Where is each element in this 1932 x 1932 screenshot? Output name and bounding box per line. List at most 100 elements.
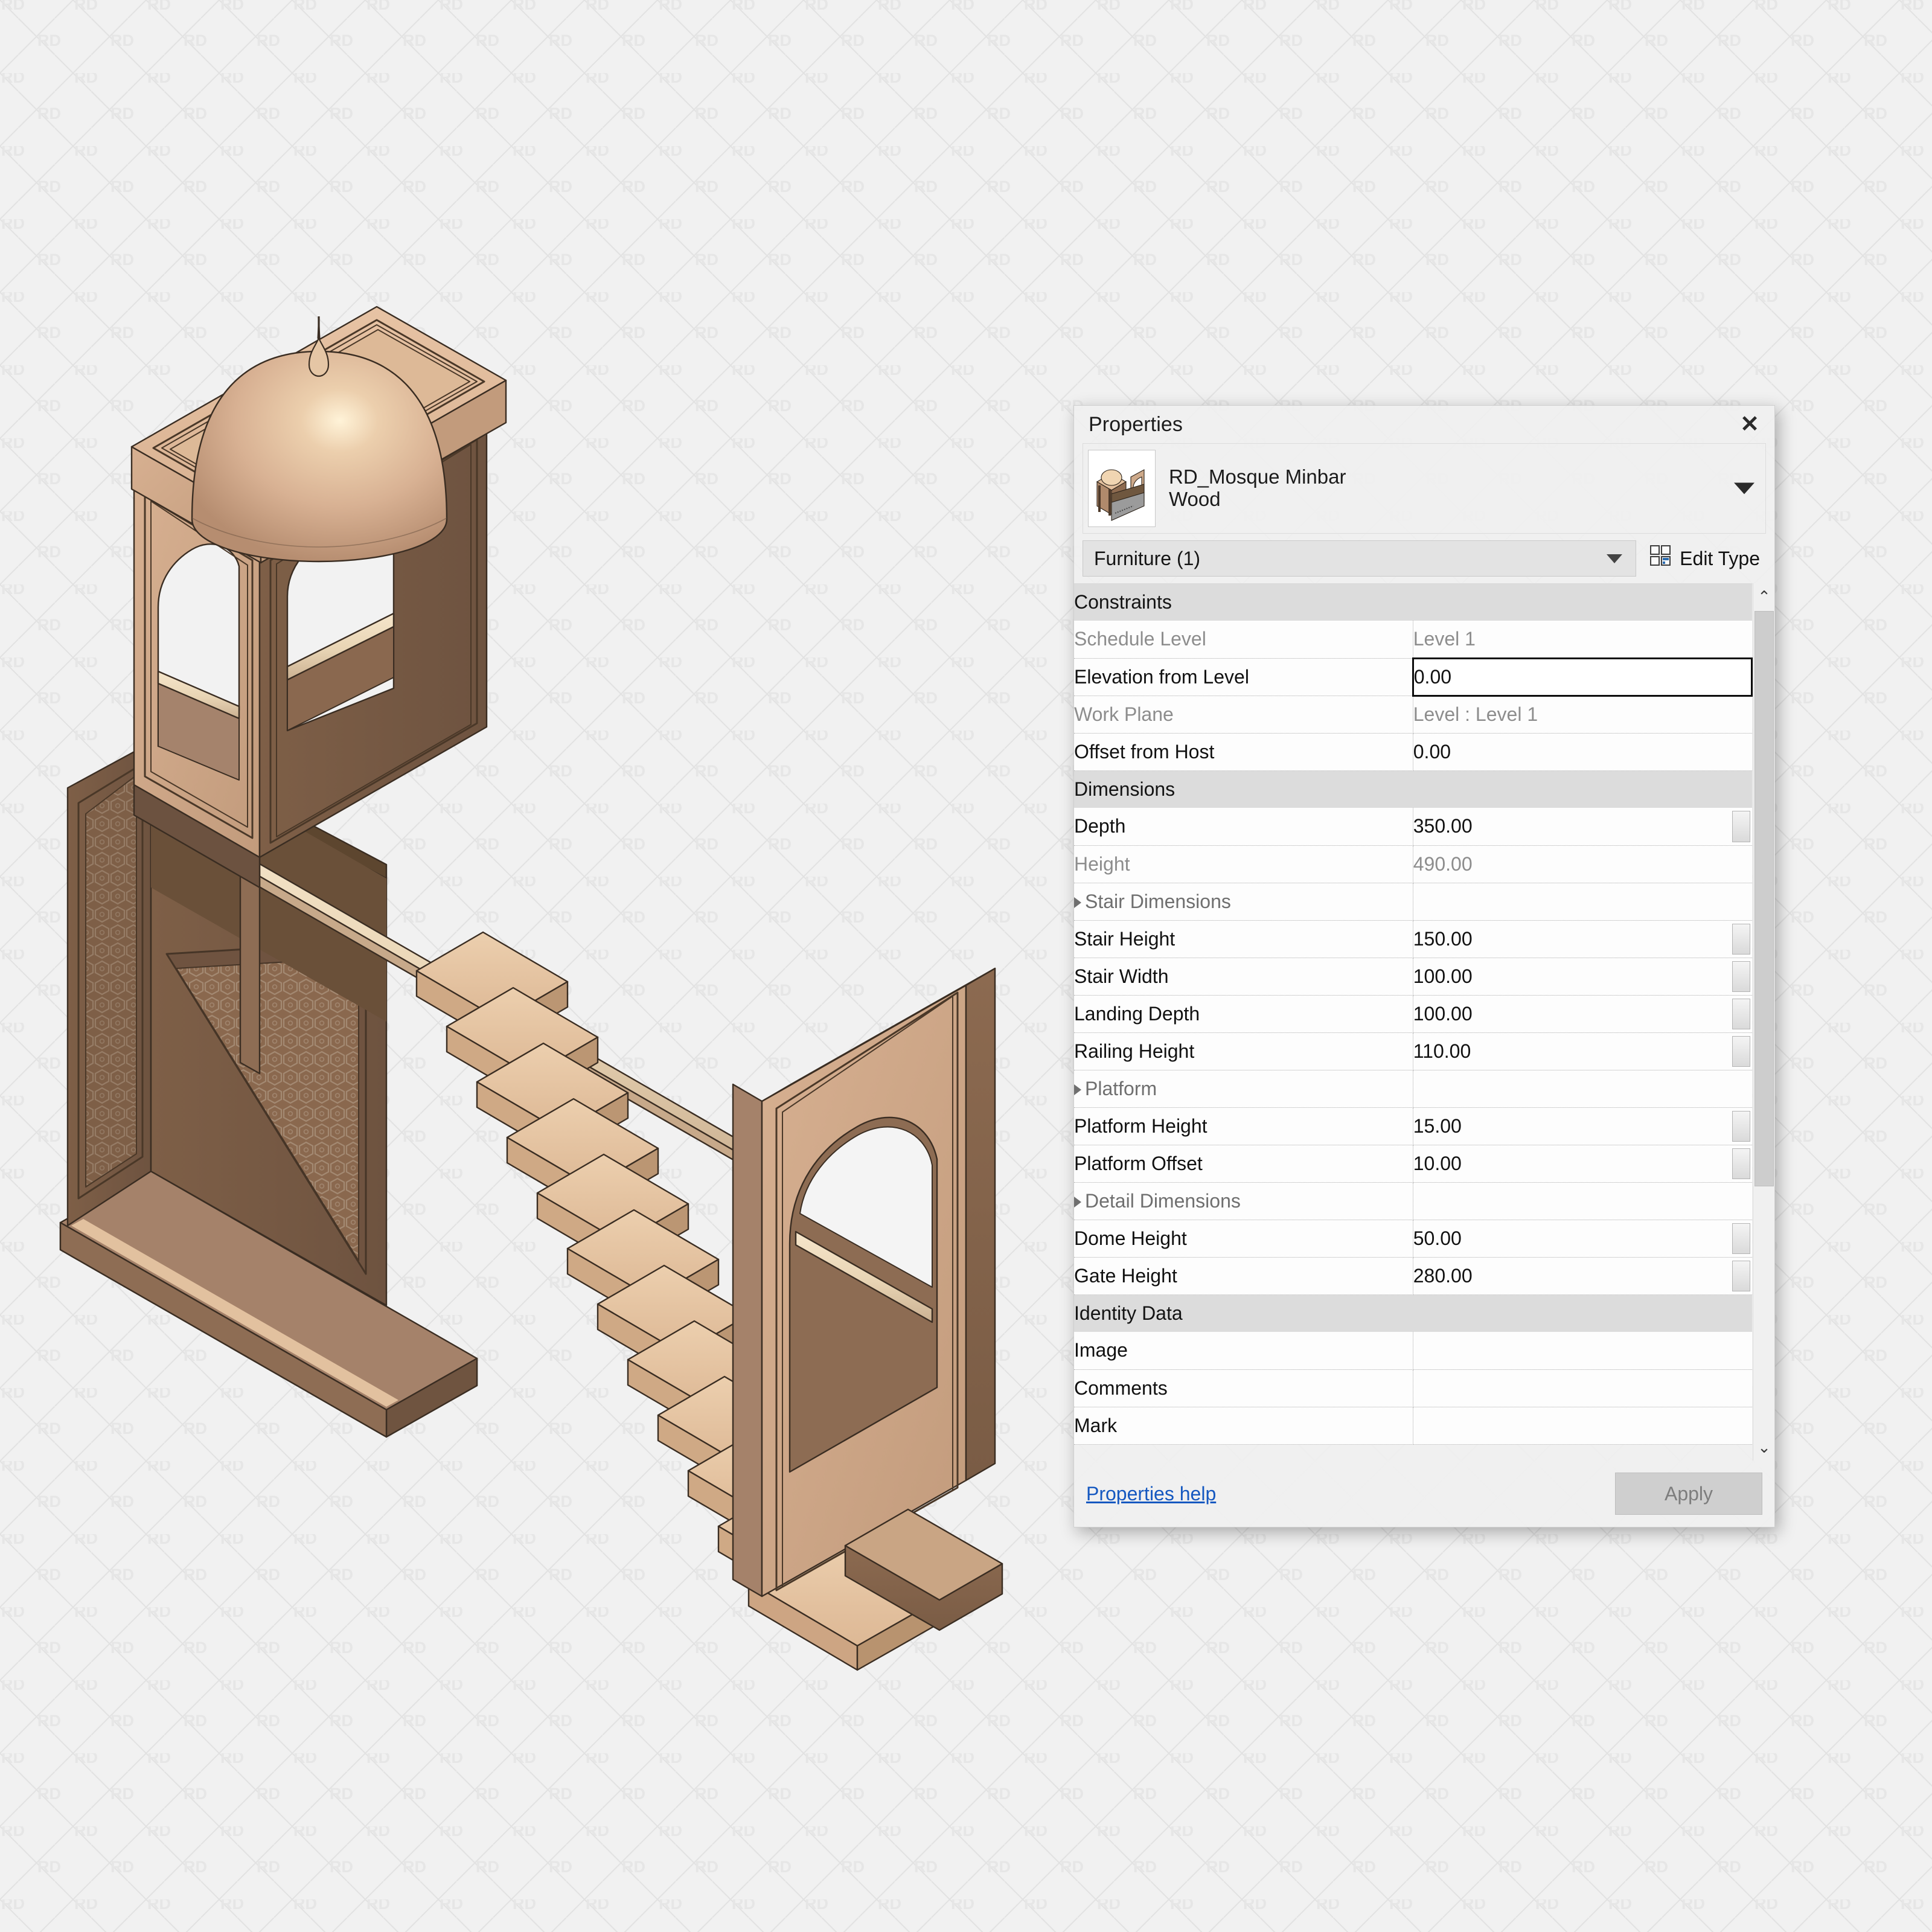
close-icon[interactable]: ✕ <box>1736 411 1764 438</box>
property-group-header[interactable]: Dimensions <box>1074 770 1752 808</box>
palette-titlebar[interactable]: Properties ✕ <box>1074 406 1774 443</box>
property-value[interactable]: 110.00 <box>1413 1032 1752 1070</box>
value-spinner-button[interactable] <box>1732 923 1750 955</box>
property-value[interactable]: 280.00 <box>1413 1257 1752 1295</box>
property-label-text: Detail Dimensions <box>1085 1189 1241 1212</box>
property-label: Stair Width <box>1074 958 1413 996</box>
expand-triangle-icon[interactable] <box>1074 1197 1081 1208</box>
property-value[interactable] <box>1413 1070 1752 1108</box>
expand-triangle-icon[interactable] <box>1074 1084 1081 1096</box>
property-value-text: 350.00 <box>1413 815 1473 837</box>
value-spinner-button[interactable] <box>1732 1035 1750 1067</box>
property-value[interactable]: Level : Level 1 <box>1413 696 1752 734</box>
property-value-text: 150.00 <box>1413 927 1473 950</box>
property-row[interactable]: Platform <box>1074 1070 1752 1108</box>
property-value[interactable]: Level 1 <box>1413 621 1752 659</box>
property-group-label: Identity Data <box>1074 1294 1752 1332</box>
property-label: Elevation from Level <box>1074 658 1413 696</box>
property-label: Depth <box>1074 808 1413 846</box>
apply-button[interactable]: Apply <box>1615 1473 1762 1515</box>
scroll-down-arrow-icon[interactable]: ⌄ <box>1753 1434 1774 1460</box>
property-row[interactable]: Platform Height 15.00 <box>1074 1107 1752 1145</box>
property-row[interactable]: Height 490.00 <box>1074 845 1752 883</box>
property-value[interactable]: 15.00 <box>1413 1107 1752 1145</box>
property-value[interactable] <box>1413 1182 1752 1220</box>
type-name: Wood <box>1169 488 1221 510</box>
property-value-text: 50.00 <box>1413 1227 1462 1249</box>
property-label-text: Stair Dimensions <box>1085 890 1231 912</box>
property-group-header[interactable]: Identity Data <box>1074 1294 1752 1332</box>
property-value[interactable]: 100.00 <box>1413 958 1752 996</box>
property-row[interactable]: Work Plane Level : Level 1 <box>1074 696 1752 734</box>
expand-triangle-icon[interactable] <box>1074 897 1081 909</box>
property-group-label: Constraints <box>1074 583 1752 621</box>
scroll-up-arrow-icon[interactable]: ⌃ <box>1753 583 1774 610</box>
property-row[interactable]: Gate Height 280.00 <box>1074 1257 1752 1295</box>
chevron-down-icon[interactable] <box>1734 482 1754 494</box>
property-row[interactable]: Elevation from Level 0.00 <box>1074 657 1753 697</box>
property-group-header[interactable]: Constraints <box>1074 583 1752 621</box>
properties-table-scroll[interactable]: Constraints Schedule Level Level 1 Elevatio… <box>1074 583 1753 1460</box>
property-label: Comments <box>1074 1369 1413 1407</box>
value-spinner-button[interactable] <box>1732 1260 1750 1291</box>
property-row[interactable]: Stair Width 100.00 <box>1074 958 1752 996</box>
type-selector-header[interactable]: RD_Mosque Minbar Wood <box>1083 443 1766 534</box>
property-label: Gate Height <box>1074 1257 1413 1295</box>
property-value[interactable] <box>1413 883 1752 921</box>
value-spinner-button[interactable] <box>1732 811 1750 842</box>
property-row[interactable]: Railing Height 110.00 <box>1074 1032 1752 1070</box>
properties-table[interactable]: Constraints Schedule Level Level 1 Elevatio… <box>1074 583 1753 1445</box>
property-row[interactable]: Image <box>1074 1332 1752 1370</box>
value-spinner-button[interactable] <box>1732 1148 1750 1179</box>
property-value-text: 10.00 <box>1413 1152 1462 1174</box>
value-spinner-button[interactable] <box>1732 961 1750 992</box>
property-row[interactable]: Landing Depth 100.00 <box>1074 995 1752 1033</box>
property-value-text: 100.00 <box>1413 1002 1473 1025</box>
property-value[interactable]: 0.00 <box>1413 733 1752 771</box>
property-value-text: 280.00 <box>1413 1264 1473 1287</box>
property-value[interactable] <box>1413 1407 1752 1445</box>
property-row[interactable]: Dome Height 50.00 <box>1074 1220 1752 1258</box>
properties-table-wrap[interactable]: Constraints Schedule Level Level 1 Elevatio… <box>1074 583 1774 1460</box>
category-select-value: Furniture (1) <box>1094 547 1201 569</box>
property-value[interactable]: 10.00 <box>1413 1145 1752 1183</box>
property-label: Dome Height <box>1074 1220 1413 1258</box>
edit-type-icon <box>1649 545 1672 572</box>
property-value[interactable]: 50.00 <box>1413 1220 1752 1258</box>
property-row[interactable]: Depth 350.00 <box>1074 808 1752 846</box>
property-label: Work Plane <box>1074 696 1413 734</box>
property-value[interactable]: 150.00 <box>1413 920 1752 958</box>
property-value[interactable]: 490.00 <box>1413 845 1752 883</box>
properties-palette[interactable]: Properties ✕ RD_Mosque Minbar Wood Furni… <box>1073 405 1775 1527</box>
category-selector-row[interactable]: Furniture (1) Edit Type <box>1074 534 1774 583</box>
edit-type-label: Edit Type <box>1680 547 1760 569</box>
minbar-3d-model[interactable] <box>0 0 1026 1932</box>
category-select[interactable]: Furniture (1) <box>1083 540 1637 577</box>
property-row[interactable]: Detail Dimensions <box>1074 1182 1752 1220</box>
properties-scrollbar[interactable]: ⌃ ⌄ <box>1753 583 1774 1460</box>
edit-type-button[interactable]: Edit Type <box>1646 545 1766 572</box>
property-row[interactable]: Stair Height 150.00 <box>1074 920 1752 958</box>
property-value[interactable] <box>1413 1369 1752 1407</box>
property-row[interactable]: Mark <box>1074 1407 1752 1445</box>
type-name-block: RD_Mosque Minbar Wood <box>1169 465 1346 511</box>
minbar-thumbnail <box>1088 450 1156 527</box>
property-label: Detail Dimensions <box>1074 1182 1413 1220</box>
property-row[interactable]: Schedule Level Level 1 <box>1074 621 1752 659</box>
property-row[interactable]: Stair Dimensions <box>1074 883 1752 921</box>
properties-help-link[interactable]: Properties help <box>1086 1483 1216 1505</box>
property-value[interactable] <box>1413 1332 1752 1370</box>
scrollbar-thumb[interactable] <box>1754 611 1774 1186</box>
property-row[interactable]: Platform Offset 10.00 <box>1074 1145 1752 1183</box>
value-spinner-button[interactable] <box>1732 1110 1750 1142</box>
property-row[interactable]: Offset from Host 0.00 <box>1074 733 1752 771</box>
value-spinner-button[interactable] <box>1732 1223 1750 1254</box>
model-viewport[interactable] <box>0 0 1026 1932</box>
property-value[interactable]: 100.00 <box>1413 995 1752 1033</box>
value-spinner-button[interactable] <box>1732 998 1750 1029</box>
chevron-down-icon <box>1607 554 1623 563</box>
property-row[interactable]: Comments <box>1074 1369 1752 1407</box>
property-value[interactable]: 0.00 <box>1412 657 1753 697</box>
property-label-text: Platform <box>1085 1077 1157 1099</box>
property-value[interactable]: 350.00 <box>1413 808 1752 846</box>
